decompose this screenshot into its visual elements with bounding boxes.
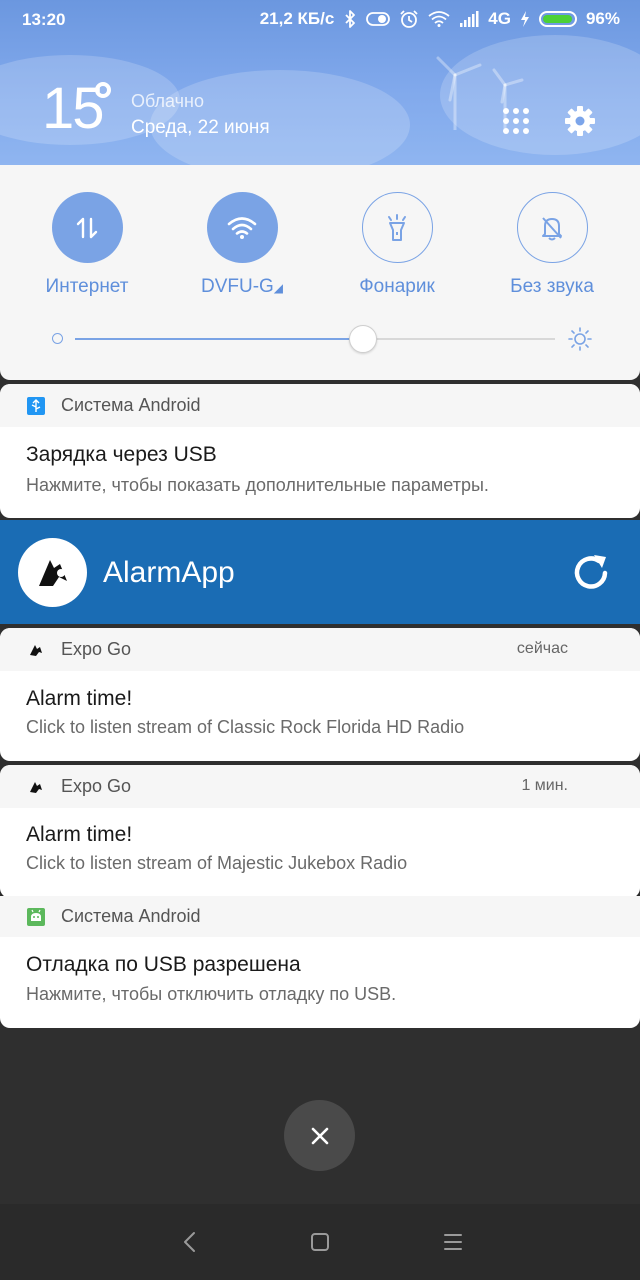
notification-header: Система Android [0, 384, 640, 427]
notification-header: Expo Go сейчас [0, 628, 640, 671]
weather-date: Среда, 22 июня [131, 117, 270, 138]
slider-fill [75, 338, 363, 340]
battery-icon [538, 11, 577, 27]
notification-time: 1 мин. [521, 777, 568, 794]
alarmapp-notification[interactable]: AlarmApp [0, 520, 640, 624]
data-transfer-icon [76, 217, 98, 238]
brightness-low-icon [52, 333, 63, 344]
close-icon [311, 1127, 328, 1144]
toggle-label: Фонарик [359, 276, 435, 297]
notification-text: Нажмите, чтобы отключить отладку по USB. [26, 984, 397, 1004]
bluetooth-icon [345, 10, 356, 28]
back-icon[interactable] [176, 1228, 204, 1256]
notification-app-name: Система Android [61, 906, 201, 926]
navigation-bar [0, 1204, 640, 1280]
notification-app-name: Expo Go [61, 776, 132, 796]
toggle-wifi[interactable]: DVFU-G◢ [167, 192, 317, 298]
toggle-silent[interactable]: Без звука [477, 192, 627, 298]
notification-text: Click to listen stream of Classic Rock F… [26, 717, 465, 737]
notification-app-name: Система Android [61, 395, 201, 415]
toggle-circle[interactable] [51, 192, 123, 263]
slider-track[interactable] [75, 325, 555, 353]
status-bar: 13:20 21,2 КБ/с 4G 96% [0, 0, 640, 40]
notification-app-name: Expo Go [61, 639, 132, 659]
slider-thumb[interactable] [349, 325, 377, 353]
notification-title: Зарядка через USB [26, 443, 217, 466]
notification-time: сейчас [516, 640, 568, 657]
clear-all-button[interactable] [284, 1100, 355, 1171]
notification-title: Alarm time! [26, 687, 133, 710]
toggle-internet[interactable]: Интернет [12, 192, 162, 298]
notification-title: Alarm time! [26, 823, 133, 846]
brightness-high-icon [568, 327, 592, 351]
expo-icon [26, 640, 46, 660]
notification-usb-charging[interactable]: Система Android Зарядка через USB Нажмит… [0, 384, 640, 518]
notification-header: Expo Go 1 мин. [0, 765, 640, 808]
toggle-label: Интернет [45, 276, 129, 297]
battery-percent: 96% [585, 9, 620, 28]
network-speed: 21,2 КБ/с [259, 9, 335, 28]
alarmapp-logo [18, 538, 87, 607]
grid-icon[interactable] [503, 108, 531, 136]
notification-text: Click to listen stream of Majestic Jukeb… [26, 853, 408, 873]
notification-title: Отладка по USB разрешена [26, 953, 301, 976]
status-time: 13:20 [22, 10, 66, 29]
notification-header: Система Android [0, 896, 640, 937]
menu-icon[interactable] [439, 1228, 467, 1256]
flashlight-icon [388, 213, 406, 241]
notification-expo-alarm-1[interactable]: Expo Go сейчас Alarm time! Click to list… [0, 628, 640, 761]
wifi-icon [428, 11, 450, 27]
expand-arrow-icon: ◢ [273, 281, 284, 295]
android-debug-icon [26, 907, 46, 927]
wifi-network-name: DVFU-G [200, 276, 274, 297]
toggle-circle[interactable] [361, 192, 433, 263]
usb-icon [26, 396, 46, 416]
quick-settings-panel: Интернет DVFU-G◢ Фонарик Без звука [0, 165, 640, 380]
refresh-icon[interactable] [568, 549, 614, 595]
alarmapp-title: AlarmApp [103, 556, 235, 589]
notification-expo-alarm-2[interactable]: Expo Go 1 мин. Alarm time! Click to list… [0, 765, 640, 898]
notification-header: 13:20 21,2 КБ/с 4G 96% 15 Облачно Среда,… [0, 0, 640, 165]
home-icon[interactable] [306, 1228, 334, 1256]
signal-icon [460, 11, 479, 27]
toggle-circle[interactable] [206, 192, 278, 263]
bell-off-icon [542, 216, 562, 240]
toggle-circle[interactable] [516, 192, 588, 263]
brightness-slider[interactable] [52, 325, 592, 353]
temperature: 15 [42, 76, 104, 141]
toggle-icon [366, 12, 391, 26]
notification-usb-debugging[interactable]: Система Android Отладка по USB разрешена… [0, 896, 640, 1028]
network-type: 4G [488, 9, 511, 28]
degree-symbol [95, 82, 111, 98]
wifi-icon [227, 216, 257, 239]
expo-logo-icon [38, 559, 67, 586]
alarm-clock-icon [400, 10, 418, 28]
expo-icon [26, 777, 46, 797]
charging-icon [520, 11, 529, 27]
toggle-label: DVFU-G◢ [167, 276, 317, 298]
weather-condition: Облачно [131, 91, 204, 111]
gear-icon[interactable] [563, 104, 597, 138]
toggle-flashlight[interactable]: Фонарик [322, 192, 472, 298]
notification-text: Нажмите, чтобы показать дополнительные п… [26, 475, 489, 495]
toggle-label: Без звука [510, 276, 594, 297]
